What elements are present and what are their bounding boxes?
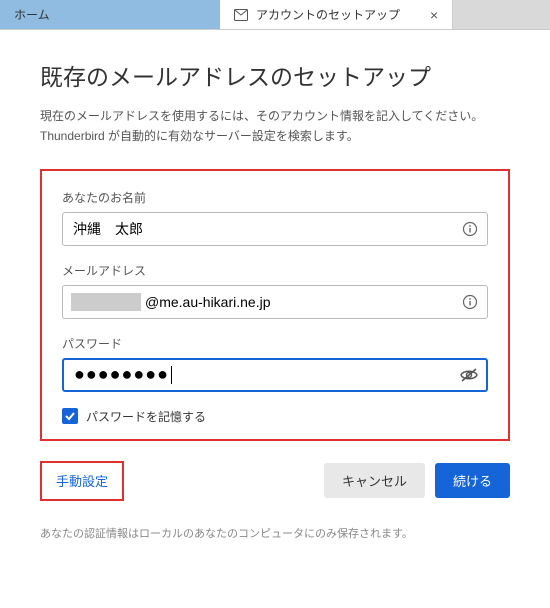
footer-note: あなたの認証情報はローカルのあなたのコンピュータにのみ保存されます。 — [40, 525, 510, 541]
page-title: 既存のメールアドレスのセットアップ — [40, 58, 510, 92]
password-label: パスワード — [62, 335, 488, 352]
desc-line2: Thunderbird が自動的に有効なサーバー設定を検索します。 — [40, 129, 359, 143]
page-description: 現在のメールアドレスを使用するには、そのアカウント情報を記入してください。 Th… — [40, 106, 510, 147]
name-label: あなたのお名前 — [62, 189, 488, 206]
remember-checkbox[interactable] — [62, 408, 78, 424]
tab-home-label: ホーム — [14, 6, 50, 23]
manual-config-link[interactable]: 手動設定 — [56, 474, 108, 489]
password-field: パスワード ●●●●●●●● — [62, 335, 488, 392]
info-icon[interactable] — [453, 294, 487, 310]
tab-home[interactable]: ホーム — [0, 0, 220, 29]
password-input-wrap[interactable]: ●●●●●●●● — [62, 358, 488, 392]
name-input[interactable] — [63, 221, 453, 237]
close-icon[interactable]: × — [430, 7, 438, 23]
cancel-button[interactable]: キャンセル — [324, 463, 425, 498]
email-input-wrap[interactable]: @me.au-hikari.ne.jp — [62, 285, 488, 319]
check-icon — [64, 410, 76, 422]
manual-highlight-box: 手動設定 — [40, 461, 124, 501]
envelope-icon — [234, 9, 248, 21]
content-area: 既存のメールアドレスのセットアップ 現在のメールアドレスを使用するには、そのアカ… — [0, 30, 550, 561]
continue-button[interactable]: 続ける — [435, 463, 510, 498]
email-redacted — [71, 293, 141, 311]
desc-line1: 現在のメールアドレスを使用するには、そのアカウント情報を記入してください。 — [40, 109, 483, 123]
remember-password-row: パスワードを記憶する — [62, 408, 488, 425]
button-row: 手動設定 キャンセル 続ける — [40, 461, 510, 501]
email-field: メールアドレス @me.au-hikari.ne.jp — [62, 262, 488, 319]
name-input-wrap[interactable] — [62, 212, 488, 246]
email-domain-text: @me.au-hikari.ne.jp — [141, 294, 453, 310]
name-field: あなたのお名前 — [62, 189, 488, 246]
remember-label: パスワードを記憶する — [86, 408, 206, 425]
tab-account-setup[interactable]: アカウントのセットアップ × — [220, 0, 453, 29]
password-input[interactable]: ●●●●●●●● — [64, 364, 452, 385]
text-cursor — [171, 366, 172, 384]
form-highlight-box: あなたのお名前 メールアドレス @me.au-hikari.ne.jp パスワー… — [40, 169, 510, 441]
tab-bar: ホーム アカウントのセットアップ × — [0, 0, 550, 30]
tab-setup-label: アカウントのセットアップ — [256, 6, 400, 23]
email-label: メールアドレス — [62, 262, 488, 279]
info-icon[interactable] — [453, 221, 487, 237]
eye-off-icon[interactable] — [452, 367, 486, 383]
